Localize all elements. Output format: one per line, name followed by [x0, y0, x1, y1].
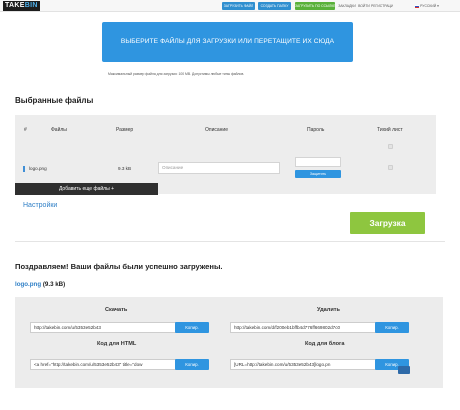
language-label: РУССКИЙ ▾: [420, 4, 439, 8]
col-number: #: [24, 127, 27, 133]
blog-code-field[interactable]: [URL=http://takebin.com/u/5353e52b43]log…: [230, 359, 386, 370]
file-name: logo.png: [29, 166, 47, 171]
copy-tooltip-marker: [398, 366, 410, 374]
settings-link[interactable]: Настройки: [23, 202, 57, 209]
download-title: Скачать: [105, 307, 128, 313]
col-quiet: Тихий лист: [377, 127, 403, 133]
section-divider: [15, 241, 445, 242]
add-more-files-button[interactable]: Добавить еще файлы +: [15, 183, 158, 195]
site-logo[interactable]: TAKEBIN: [3, 1, 40, 11]
success-heading: Поздравляем! Ваши файлы были успешно заг…: [15, 262, 223, 271]
nav-upload-file-button[interactable]: ЗАГРУЗИТЬ ФАЙЛ: [222, 2, 255, 10]
uploaded-file-info: logo.png (9.3 kB): [15, 281, 65, 288]
russia-flag-icon: [415, 4, 420, 8]
html-code-title: Код для HTML: [97, 341, 137, 347]
html-code-field[interactable]: <a href="http://takebin.com/u/5353e52b43…: [30, 359, 185, 370]
col-description: Описание: [205, 127, 229, 133]
copy-download-button[interactable]: Копир.: [175, 322, 209, 333]
links-panel: Скачать http://takebin.com/u/5353e52b43 …: [15, 297, 443, 388]
copy-delete-button[interactable]: Копир.: [375, 322, 409, 333]
file-drop-zone[interactable]: ВЫБЕРИТЕ ФАЙЛЫ ДЛЯ ЗАГРУЗКИ ИЛИ ПЕРЕТАЩИ…: [102, 22, 353, 62]
upload-button[interactable]: Загрузка: [350, 212, 425, 234]
nav-login-link[interactable]: ВОЙТИ: [357, 2, 371, 10]
blog-code-title: Код для блога: [305, 341, 345, 347]
col-size: Размер: [116, 127, 134, 133]
logo-text-part2: BIN: [24, 2, 38, 9]
delete-link-field[interactable]: http://takebin.com/d/f200eb1bffb4d776ff6…: [230, 322, 386, 333]
nav-register-link[interactable]: РЕГИСТРАЦИЯ: [371, 2, 393, 10]
upload-limit-note: Максимальный размер файла для загрузки: …: [108, 72, 245, 76]
quiet-checkbox[interactable]: [388, 165, 393, 170]
uploaded-file-name[interactable]: logo.png: [15, 281, 41, 288]
nav-create-folder-button[interactable]: СОЗДАТЬ ПАПКУ: [258, 2, 291, 10]
select-all-checkbox[interactable]: [388, 144, 393, 149]
nav-upload-by-link-button[interactable]: ЗАГРУЗИТЬ ПО ССЫЛКЕ: [295, 2, 335, 10]
copy-html-button[interactable]: Копир.: [175, 359, 209, 370]
description-input[interactable]: Описание: [158, 162, 280, 174]
protect-password-button[interactable]: Защитить: [295, 170, 341, 178]
file-size: 9.3 kB: [118, 166, 132, 171]
col-files: Файлы: [51, 127, 67, 133]
language-select[interactable]: РУССКИЙ ▾: [412, 2, 442, 10]
download-link-field[interactable]: http://takebin.com/u/5353e52b43: [30, 322, 185, 333]
uploaded-file-size: (9.3 kB): [42, 281, 66, 288]
selected-files-heading: Выбранные файлы: [15, 96, 94, 105]
delete-title: Удалить: [317, 307, 340, 313]
nav-bookmarks-link[interactable]: ЗАКЛАДКИ: [338, 2, 356, 10]
file-icon: [23, 166, 25, 172]
col-password: Пароль: [307, 127, 325, 133]
logo-text-part1: TAKE: [5, 2, 25, 9]
password-input[interactable]: [295, 157, 341, 167]
